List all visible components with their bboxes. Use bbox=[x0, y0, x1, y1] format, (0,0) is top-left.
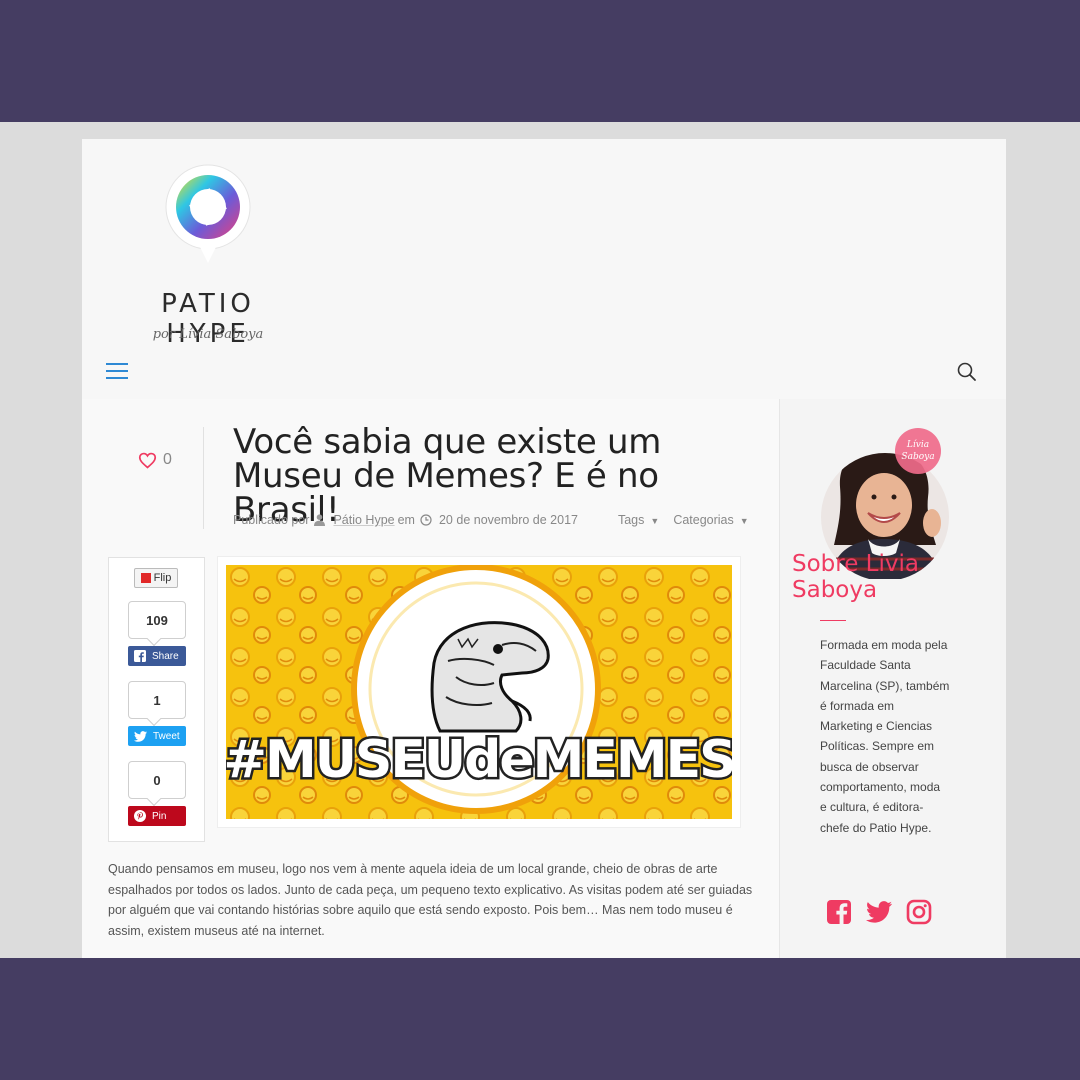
twitter-share-count: 1 bbox=[128, 681, 186, 719]
pinterest-share-count: 0 bbox=[128, 761, 186, 799]
author-link[interactable]: Pátio Hype bbox=[333, 513, 394, 527]
flipboard-button[interactable]: Flip bbox=[134, 568, 178, 588]
post-content: 0 Você sabia que existe um Museu de Meme… bbox=[82, 399, 779, 958]
tags-dropdown[interactable]: Tags ▼ bbox=[618, 513, 659, 527]
categories-label: Categorias bbox=[673, 513, 734, 527]
about-title-line2: Saboya bbox=[792, 577, 878, 603]
pinterest-share-button[interactable]: Pin bbox=[128, 806, 186, 826]
twitter-share-button[interactable]: Tweet bbox=[128, 726, 186, 746]
twitter-icon bbox=[134, 730, 147, 742]
published-by-label: Publicado por bbox=[233, 513, 310, 527]
post-title: Você sabia que existe um Museu de Memes?… bbox=[233, 422, 662, 530]
camera-shutter-logo-icon bbox=[165, 164, 251, 263]
social-links bbox=[826, 899, 932, 925]
twitter-share-label: Tweet bbox=[153, 730, 180, 742]
tags-label: Tags bbox=[617, 513, 645, 527]
at-label: em bbox=[397, 513, 415, 527]
logo-signature: por Lívia Saboya bbox=[152, 327, 264, 342]
post-date: 20 de novembro de 2017 bbox=[438, 513, 578, 527]
facebook-share-label: Share bbox=[152, 650, 179, 662]
share-widget: Flip 109 Share 1 Tweet 0 Pin bbox=[108, 557, 205, 842]
hamburger-icon[interactable] bbox=[106, 363, 128, 380]
museu-de-memes-image: #MUSEUdeMEMES bbox=[226, 565, 732, 819]
title-underline bbox=[820, 620, 846, 621]
site-logo[interactable]: PATIO HYPE por Lívia Saboya bbox=[128, 161, 288, 349]
flipboard-icon bbox=[140, 573, 151, 583]
featured-image[interactable]: #MUSEUdeMEMES bbox=[218, 557, 740, 827]
image-hashtag-text: #MUSEUdeMEMES bbox=[226, 730, 732, 790]
divider bbox=[203, 427, 204, 529]
like-button[interactable]: 0 bbox=[138, 451, 172, 469]
twitter-icon[interactable] bbox=[866, 899, 892, 925]
pinterest-icon bbox=[134, 810, 146, 822]
search-icon[interactable] bbox=[956, 361, 978, 383]
facebook-share-count: 109 bbox=[128, 601, 186, 639]
like-count: 0 bbox=[163, 451, 172, 468]
facebook-share-button[interactable]: Share bbox=[128, 646, 186, 666]
about-text: Formada em moda pela Faculdade Santa Mar… bbox=[820, 638, 950, 835]
post-body-text: Quando pensamos em museu, logo nos vem à… bbox=[108, 862, 753, 938]
page-card: PATIO HYPE por Lívia Saboya 0 Você sabia… bbox=[82, 139, 1006, 958]
sidebar: Lívia Saboya Sobre Livia Saboya Formada … bbox=[779, 399, 1006, 958]
pinterest-share-label: Pin bbox=[152, 810, 167, 822]
categories-dropdown[interactable]: Categorias ▼ bbox=[673, 513, 748, 527]
facebook-icon[interactable] bbox=[826, 899, 852, 925]
post-meta: Publicado por Pátio Hype em 20 de novemb… bbox=[233, 513, 749, 527]
clock-icon bbox=[420, 514, 432, 526]
avatar-badge-line1: Lívia bbox=[906, 439, 929, 450]
user-icon bbox=[314, 514, 326, 526]
heart-icon bbox=[138, 452, 157, 469]
facebook-icon bbox=[134, 650, 146, 662]
caret-down-icon: ▼ bbox=[650, 516, 660, 526]
avatar-badge-line2: Saboya bbox=[901, 452, 934, 462]
caret-down-icon: ▼ bbox=[739, 516, 749, 526]
flip-label: Flip bbox=[153, 572, 172, 584]
instagram-icon[interactable] bbox=[906, 899, 932, 925]
about-title: Sobre Livia Saboya bbox=[792, 551, 919, 603]
about-title-line1: Sobre Livia bbox=[792, 551, 919, 577]
